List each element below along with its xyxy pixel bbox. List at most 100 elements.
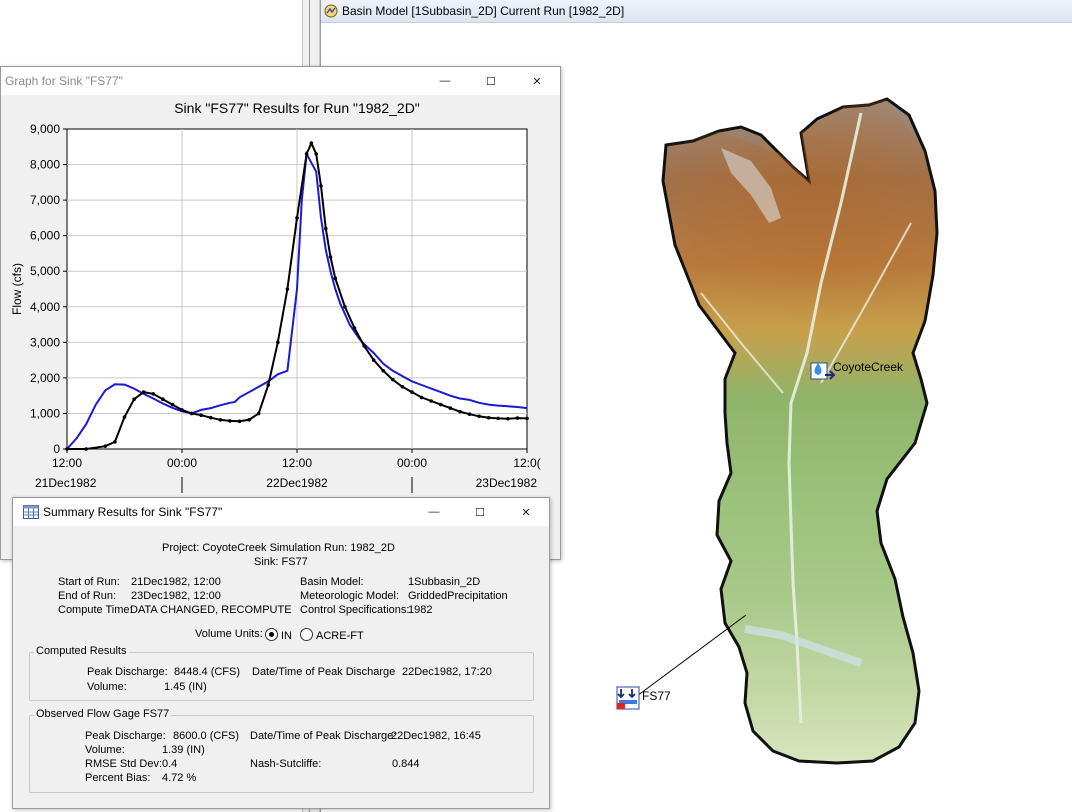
basin-model-label: Basin Model: bbox=[300, 576, 364, 588]
observed-point bbox=[180, 408, 184, 412]
y-tick-label: 7,000 bbox=[30, 193, 60, 207]
observed-point bbox=[309, 141, 314, 146]
computed-results-title: Computed Results bbox=[34, 645, 129, 657]
observed-point bbox=[496, 416, 501, 421]
summary-window-title: Summary Results for Sink "FS77" bbox=[43, 505, 223, 519]
close-button[interactable]: ✕ bbox=[503, 498, 549, 526]
observed-point bbox=[319, 184, 323, 188]
observed-point bbox=[295, 216, 299, 220]
observed-point bbox=[381, 368, 386, 373]
observed-point bbox=[189, 411, 194, 416]
volume-units-label: Volume Units: bbox=[195, 628, 263, 640]
bias-value: 4.72 % bbox=[162, 772, 197, 784]
observed-point bbox=[438, 402, 443, 407]
graph-window-title: Graph for Sink "FS77" bbox=[5, 74, 123, 88]
y-axis-label: Flow (cfs) bbox=[10, 263, 24, 315]
observed-point bbox=[506, 416, 510, 421]
start-value: 21Dec1982, 12:00 bbox=[131, 576, 221, 588]
compute-label: Compute Time: bbox=[58, 604, 133, 616]
flow-chart[interactable]: Sink "FS77" Results for Run "1982_2D" 0 1,… bbox=[1, 95, 560, 559]
basin-model-title: Basin Model [1Subbasin_2D] Current Run [… bbox=[342, 4, 625, 18]
sink-connector-line bbox=[636, 614, 747, 697]
x-tick-label: 00:00 bbox=[397, 456, 427, 470]
graph-area: Sink "FS77" Results for Run "1982_2D" 0 1,… bbox=[1, 95, 560, 559]
observed-point bbox=[151, 392, 156, 396]
nash-value: 0.844 bbox=[392, 758, 420, 770]
summary-titlebar[interactable]: Summary Results for Sink "FS77" — ☐ ✕ bbox=[13, 498, 549, 526]
observed-volume-value: 1.39 (IN) bbox=[162, 744, 205, 756]
maximize-button[interactable]: ☐ bbox=[457, 498, 503, 526]
sink-label: FS77 bbox=[642, 689, 671, 703]
maximize-button[interactable]: ☐ bbox=[468, 67, 514, 95]
observed-point bbox=[141, 390, 146, 394]
basin-model-titlebar[interactable]: Basin Model [1Subbasin_2D] Current Run [… bbox=[321, 0, 1072, 23]
close-button[interactable]: ✕ bbox=[514, 67, 560, 95]
start-label: Start of Run: bbox=[58, 576, 120, 588]
observed-point bbox=[400, 384, 405, 389]
rmse-label: RMSE Std Dev: bbox=[85, 758, 163, 770]
control-spec-label: Control Specifications: bbox=[300, 604, 410, 616]
observed-point bbox=[132, 397, 136, 402]
observed-point bbox=[343, 304, 347, 309]
graph-window: Graph for Sink "FS77" — ☐ ✕ Sink "FS77" … bbox=[0, 66, 561, 560]
met-model-label: Meteorologic Model: bbox=[300, 590, 400, 602]
observed-point bbox=[161, 397, 165, 402]
sink-fs77[interactable]: FS77 bbox=[616, 686, 671, 710]
computed-date-label: Date/Time of Peak Discharge bbox=[252, 666, 396, 678]
date-label: 21Dec1982 bbox=[35, 476, 97, 490]
volume-unit-acreft-option[interactable]: ACRE-FT bbox=[300, 628, 364, 642]
y-tick-label: 5,000 bbox=[30, 264, 60, 278]
observed-point bbox=[113, 440, 117, 444]
chart-title: Sink "FS77" Results for Run "1982_2D" bbox=[174, 100, 420, 116]
computed-volume-value: 1.45 (IN) bbox=[164, 681, 207, 693]
radio-in[interactable] bbox=[265, 628, 278, 641]
volume-unit-in-option[interactable]: IN bbox=[265, 628, 292, 642]
observed-point bbox=[429, 399, 433, 403]
y-tick-label: 2,000 bbox=[30, 371, 60, 385]
computed-peak-value: 8448.4 (CFS) bbox=[174, 666, 241, 678]
observed-volume-label: Volume: bbox=[85, 744, 125, 756]
y-tick-label: 4,000 bbox=[30, 300, 60, 314]
observed-point bbox=[65, 447, 69, 451]
y-tick-label: 9,000 bbox=[30, 122, 60, 136]
volume-unit-in-label: IN bbox=[281, 630, 292, 642]
y-tick-label: 8,000 bbox=[30, 158, 60, 172]
y-tick-label: 0 bbox=[53, 442, 60, 456]
observed-point bbox=[218, 418, 223, 422]
observed-point bbox=[362, 344, 366, 348]
volume-unit-acreft-label: ACRE-FT bbox=[316, 630, 364, 642]
sink-icon[interactable] bbox=[616, 686, 640, 710]
sink-line: Sink: FS77 bbox=[254, 556, 308, 568]
observed-point bbox=[458, 409, 462, 414]
x-tick-label: 12:0( bbox=[513, 456, 540, 470]
y-tick-label: 3,000 bbox=[30, 335, 60, 349]
observed-peak-label: Peak Discharge: bbox=[85, 730, 166, 742]
observed-flow-group: Observed Flow Gage FS77 Peak Discharge: … bbox=[29, 708, 534, 793]
y-tick-label: 1,000 bbox=[30, 406, 60, 420]
basin-model-value: 1Subbasin_2D bbox=[408, 576, 481, 588]
date-label: 22Dec1982 bbox=[266, 476, 328, 490]
observed-point bbox=[448, 406, 453, 410]
observed-point bbox=[477, 414, 481, 419]
observed-point bbox=[486, 415, 491, 420]
radio-acre-ft[interactable] bbox=[300, 628, 313, 641]
computed-peak-label: Peak Discharge: bbox=[87, 666, 168, 678]
observed-point bbox=[285, 287, 290, 291]
x-tick-label: 00:00 bbox=[167, 456, 197, 470]
minimize-button[interactable]: — bbox=[411, 498, 457, 526]
observed-point bbox=[515, 416, 520, 420]
observed-point bbox=[103, 444, 108, 448]
observed-point bbox=[410, 390, 414, 394]
y-tick-label: 6,000 bbox=[30, 229, 60, 243]
date-label: 23Dec1982 bbox=[476, 476, 538, 490]
bias-label: Percent Bias: bbox=[85, 772, 151, 784]
observed-point bbox=[467, 412, 472, 416]
minimize-button[interactable]: — bbox=[422, 67, 468, 95]
observed-point bbox=[170, 402, 175, 407]
subbasin-label: CoyoteCreek bbox=[833, 360, 904, 374]
graph-titlebar[interactable]: Graph for Sink "FS77" — ☐ ✕ bbox=[1, 67, 560, 95]
observed-point bbox=[391, 377, 395, 382]
computed-results-group: Computed Results Peak Discharge: 8448.4 … bbox=[29, 645, 534, 701]
observed-point bbox=[314, 152, 318, 156]
observed-point bbox=[333, 276, 338, 281]
